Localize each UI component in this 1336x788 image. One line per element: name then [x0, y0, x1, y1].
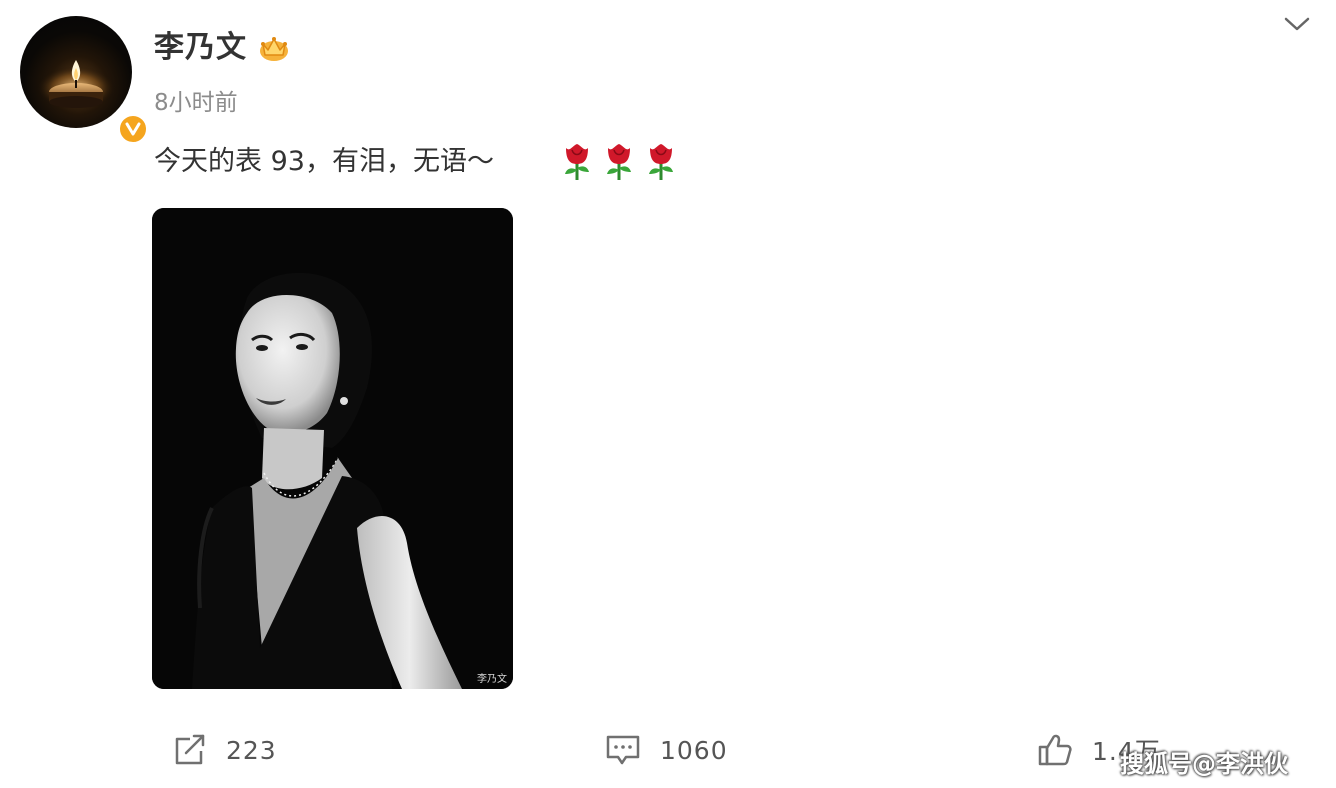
site-watermark: 搜狐号@李洪伙 [1120, 750, 1288, 778]
timestamp: 8小时前 [154, 90, 238, 116]
chevron-down-icon[interactable] [1282, 12, 1312, 36]
repost-count: 223 [226, 735, 277, 765]
rose-emoji [607, 144, 631, 180]
candle-icon [36, 60, 116, 110]
avatar[interactable] [20, 16, 149, 145]
rose-emoji [565, 144, 589, 180]
post-image[interactable]: 李乃文 [152, 208, 513, 689]
username[interactable]: 李乃文 [154, 28, 247, 68]
image-watermark: 李乃文 [477, 674, 507, 685]
crown-icon[interactable] [258, 34, 290, 62]
weibo-post: 李乃文 8小时前 今天的表 93，有泪，无语～ 李乃文 223 1060 1.4… [0, 0, 1336, 788]
repost-button[interactable]: 223 [172, 728, 277, 772]
post-content: 今天的表 93，有泪，无语～ [154, 146, 494, 177]
portrait-image [152, 208, 513, 689]
rose-emoji-group [556, 140, 682, 182]
rose-emoji [649, 144, 673, 180]
thumbs-up-icon [1038, 734, 1072, 766]
comment-count: 1060 [660, 735, 728, 765]
comment-button[interactable]: 1060 [604, 728, 728, 772]
comment-icon [606, 735, 640, 765]
verified-badge-icon [117, 113, 149, 145]
repost-icon [175, 734, 205, 765]
